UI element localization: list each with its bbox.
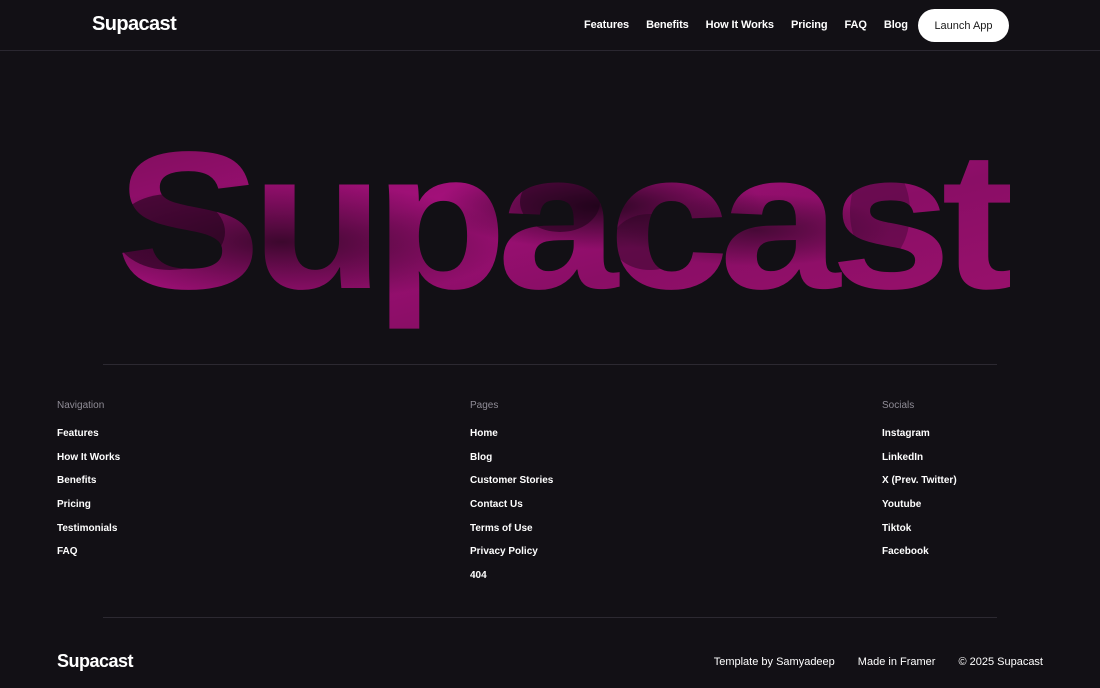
- footer-divider-top: [103, 364, 997, 365]
- footer-link-contact-us[interactable]: Contact Us: [470, 498, 553, 522]
- footer-link-features[interactable]: Features: [57, 427, 120, 451]
- nav-link-faq[interactable]: FAQ: [845, 19, 867, 31]
- hero-wordmark-graphic: Supacast: [100, 122, 1010, 362]
- launch-app-button[interactable]: Launch App: [918, 9, 1009, 42]
- col-title: Pages: [470, 400, 499, 411]
- footer-link-blog[interactable]: Blog: [470, 451, 553, 475]
- main-nav: Features Benefits How It Works Pricing F…: [584, 19, 925, 31]
- footer-divider-bottom: [103, 617, 997, 618]
- header-logo[interactable]: Supacast: [92, 13, 177, 36]
- credit-copyright: © 2025 Supacast: [958, 656, 1043, 668]
- nav-link-how-it-works[interactable]: How It Works: [706, 19, 774, 31]
- nav-link-blog[interactable]: Blog: [884, 19, 908, 31]
- footer-link-customer-stories[interactable]: Customer Stories: [470, 474, 553, 498]
- footer-link-youtube[interactable]: Youtube: [882, 498, 957, 522]
- credit-made-in-framer[interactable]: Made in Framer: [858, 656, 936, 668]
- footer-link-benefits[interactable]: Benefits: [57, 474, 120, 498]
- nav-link-benefits[interactable]: Benefits: [646, 19, 689, 31]
- nav-link-pricing[interactable]: Pricing: [791, 19, 828, 31]
- footer-link-faq[interactable]: FAQ: [57, 545, 120, 569]
- hero-wordmark: Supacast: [0, 52, 1100, 364]
- footer-col-socials: Socials Instagram LinkedIn X (Prev. Twit…: [882, 400, 957, 569]
- footer-link-how-it-works[interactable]: How It Works: [57, 451, 120, 475]
- footer-link-privacy[interactable]: Privacy Policy: [470, 545, 553, 569]
- footer-link-testimonials[interactable]: Testimonials: [57, 522, 120, 546]
- footer-link-tiktok[interactable]: Tiktok: [882, 522, 957, 546]
- footer-logo[interactable]: Supacast: [57, 651, 134, 672]
- footer-link-instagram[interactable]: Instagram: [882, 427, 957, 451]
- col-title: Socials: [882, 400, 915, 411]
- footer-credits: Template by Samyadeep Made in Framer © 2…: [691, 656, 1043, 668]
- site-header: Supacast Features Benefits How It Works …: [0, 0, 1100, 51]
- footer-link-404[interactable]: 404: [470, 569, 553, 593]
- footer-col-pages: Pages Home Blog Customer Stories Contact…: [470, 400, 553, 593]
- footer-link-x[interactable]: X (Prev. Twitter): [882, 474, 957, 498]
- credit-template[interactable]: Template by Samyadeep: [714, 656, 835, 668]
- footer-link-linkedin[interactable]: LinkedIn: [882, 451, 957, 475]
- page: Supacast Features Benefits How It Works …: [0, 0, 1100, 688]
- footer-link-facebook[interactable]: Facebook: [882, 545, 957, 569]
- footer-link-home[interactable]: Home: [470, 427, 553, 451]
- col-title: Navigation: [57, 400, 105, 411]
- footer-link-terms[interactable]: Terms of Use: [470, 522, 553, 546]
- footer-col-navigation: Navigation Features How It Works Benefit…: [57, 400, 120, 569]
- nav-link-features[interactable]: Features: [584, 19, 629, 31]
- footer-link-pricing[interactable]: Pricing: [57, 498, 120, 522]
